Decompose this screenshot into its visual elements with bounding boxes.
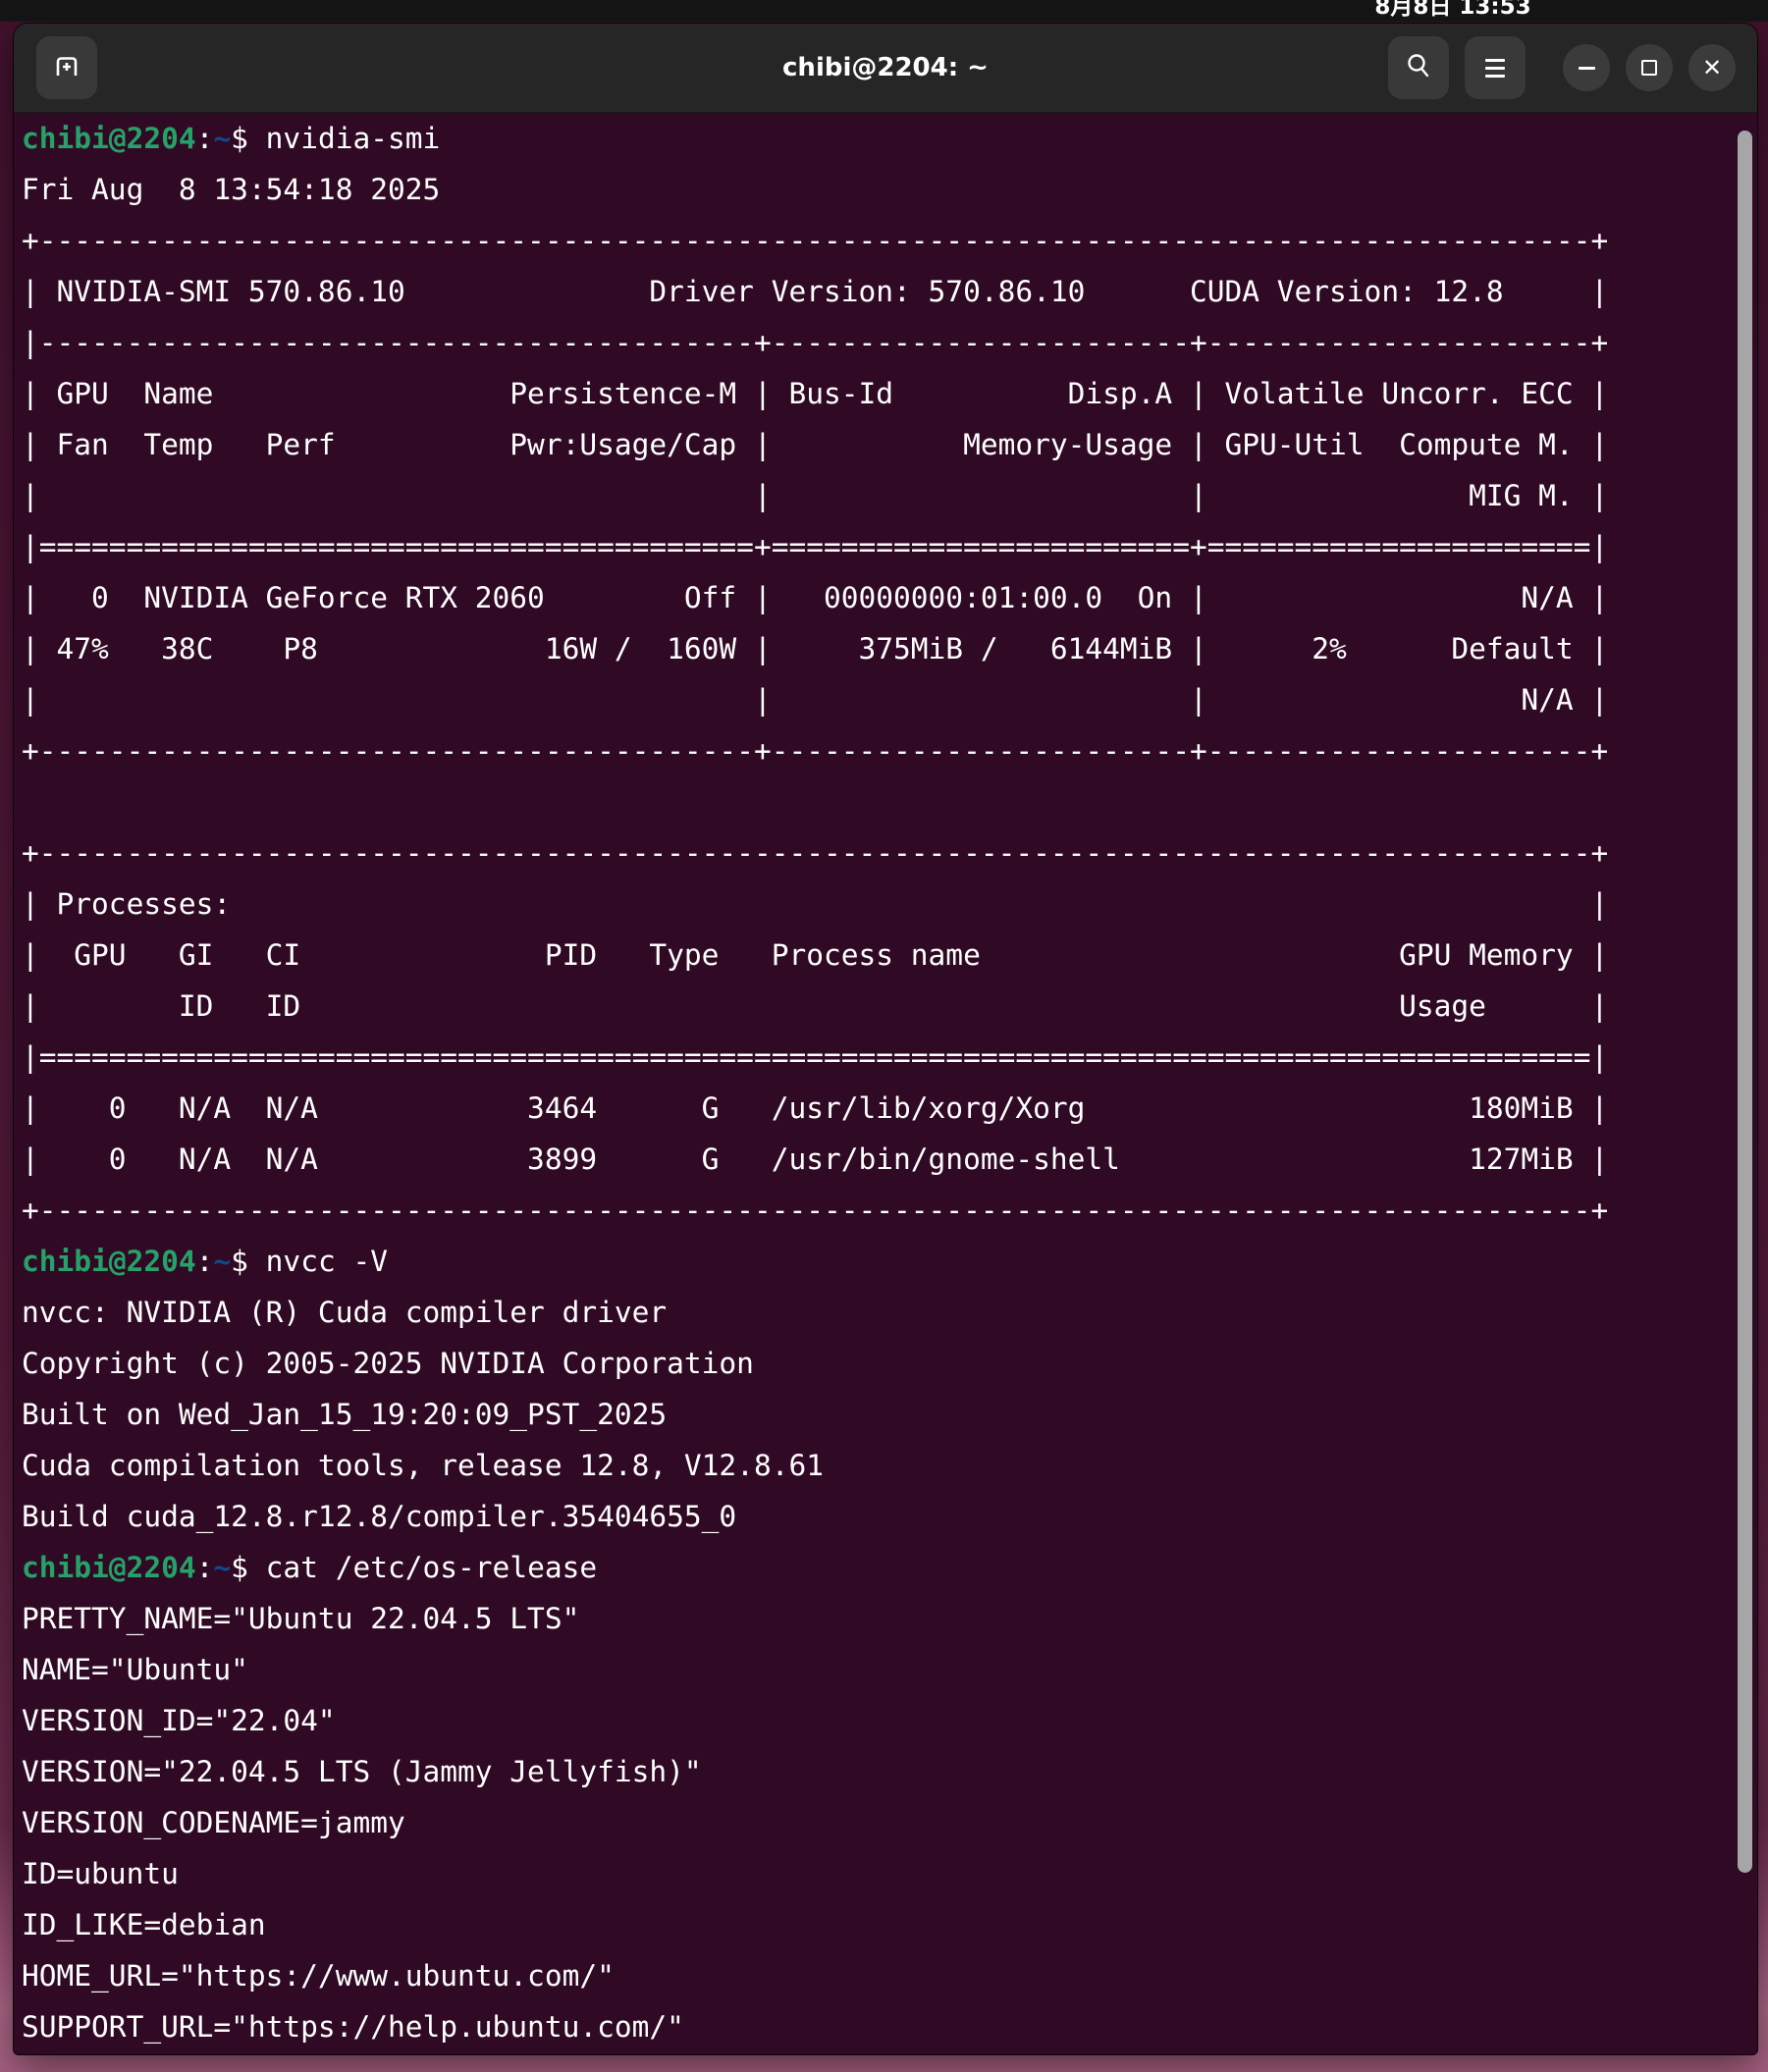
terminal-output-line: | Processes: | (22, 878, 1734, 930)
window-title: chibi@2204: ~ (782, 53, 989, 82)
prompt-separator: : (196, 1245, 214, 1278)
terminal-output-line: | 47% 38C P8 16W / 160W | 375MiB / 6144M… (22, 623, 1734, 674)
terminal-output-line: | 0 N/A N/A 3464 G /usr/lib/xorg/Xorg 18… (22, 1083, 1734, 1134)
prompt-command: nvcc -V (266, 1245, 388, 1278)
terminal-output-line: NAME="Ubuntu" (22, 1644, 1734, 1695)
maximize-button[interactable] (1626, 44, 1673, 91)
terminal-output-line: | NVIDIA-SMI 570.86.10 Driver Version: 5… (22, 266, 1734, 317)
terminal-output-line: SUPPORT_URL="https://help.ubuntu.com/" (22, 2001, 1734, 2052)
terminal-output-line: | Fan Temp Perf Pwr:Usage/Cap | Memory-U… (22, 419, 1734, 470)
prompt-path: ~ (213, 1245, 231, 1278)
prompt-separator: : (196, 1551, 214, 1584)
minimize-button[interactable] (1563, 44, 1610, 91)
terminal-output-line: nvcc: NVIDIA (R) Cuda compiler driver (22, 1287, 1734, 1338)
system-top-bar: 8月8日 13:53 (0, 0, 1768, 22)
prompt-path: ~ (213, 1551, 231, 1584)
prompt-user-host: chibi@2204 (22, 122, 196, 155)
terminal-output-line: | GPU GI CI PID Type Process name GPU Me… (22, 930, 1734, 981)
terminal-output-line: +---------------------------------------… (22, 1185, 1734, 1236)
prompt-dollar: $ (231, 1551, 266, 1584)
terminal-output-line: Copyright (c) 2005-2025 NVIDIA Corporati… (22, 1338, 1734, 1389)
prompt-user-host: chibi@2204 (22, 1245, 196, 1278)
menu-button[interactable] (1465, 36, 1526, 99)
prompt-user-host: chibi@2204 (22, 1551, 196, 1584)
terminal-output-line: | 0 N/A N/A 3899 G /usr/bin/gnome-shell … (22, 1134, 1734, 1185)
prompt-separator: : (196, 122, 214, 155)
terminal-output-line: VERSION_ID="22.04" (22, 1695, 1734, 1746)
terminal-window: chibi@2204: ~ ✕ (14, 24, 1757, 2054)
terminal-output-line: VERSION_CODENAME=jammy (22, 1797, 1734, 1848)
terminal-output-line: HOME_URL="https://www.ubuntu.com/" (22, 1950, 1734, 2001)
terminal-prompt-line: chibi@2204:~$ nvidia-smi (22, 113, 1734, 164)
terminal-output-line: |=======================================… (22, 1032, 1734, 1083)
terminal-output-line (22, 776, 1734, 827)
terminal-output-line: | GPU Name Persistence-M | Bus-Id Disp.A… (22, 368, 1734, 419)
terminal-output-line: | 0 NVIDIA GeForce RTX 2060 Off | 000000… (22, 572, 1734, 623)
search-button[interactable] (1388, 36, 1449, 99)
terminal-output-line: | ID ID Usage | (22, 981, 1734, 1032)
close-icon: ✕ (1702, 56, 1722, 80)
terminal-output-line: | | | MIG M. | (22, 470, 1734, 521)
hamburger-menu-icon (1485, 59, 1505, 78)
terminal-output-line: ID_LIKE=debian (22, 1899, 1734, 1950)
header-right-controls: ✕ (1388, 36, 1736, 99)
prompt-command: nvidia-smi (266, 122, 441, 155)
terminal-output-line: ID=ubuntu (22, 1848, 1734, 1899)
new-tab-icon (52, 51, 81, 85)
terminal-output-line: Build cuda_12.8.r12.8/compiler.35404655_… (22, 1491, 1734, 1542)
terminal-output[interactable]: chibi@2204:~$ nvidia-smiFri Aug 8 13:54:… (22, 113, 1734, 2054)
terminal-output-line: | | | N/A | (22, 674, 1734, 725)
search-icon (1404, 51, 1433, 85)
terminal-output-line: Built on Wed_Jan_15_19:20:09_PST_2025 (22, 1389, 1734, 1440)
scrollbar-thumb[interactable] (1738, 131, 1752, 1873)
terminal-output-line: |---------------------------------------… (22, 317, 1734, 368)
desktop: { "system_bar": { "clock": "8月8日 13:53" … (0, 0, 1768, 2072)
terminal-output-line: +---------------------------------------… (22, 725, 1734, 776)
terminal-output-line: |=======================================… (22, 521, 1734, 572)
prompt-path: ~ (213, 122, 231, 155)
terminal-output-line: +---------------------------------------… (22, 827, 1734, 878)
terminal-output-line: Cuda compilation tools, release 12.8, V1… (22, 1440, 1734, 1491)
window-header-bar[interactable]: chibi@2204: ~ ✕ (14, 24, 1757, 113)
prompt-dollar: $ (231, 1245, 266, 1278)
minimize-icon (1579, 67, 1595, 70)
prompt-command: cat /etc/os-release (266, 1551, 597, 1584)
terminal-prompt-line: chibi@2204:~$ nvcc -V (22, 1236, 1734, 1287)
terminal-output-line: PRETTY_NAME="Ubuntu 22.04.5 LTS" (22, 1593, 1734, 1644)
terminal-output-line: +---------------------------------------… (22, 215, 1734, 266)
terminal-output-line: VERSION="22.04.5 LTS (Jammy Jellyfish)" (22, 1746, 1734, 1797)
terminal-output-line: Fri Aug 8 13:54:18 2025 (22, 164, 1734, 215)
system-clock[interactable]: 8月8日 13:53 (1374, 0, 1530, 21)
prompt-dollar: $ (231, 122, 266, 155)
terminal-prompt-line: chibi@2204:~$ cat /etc/os-release (22, 1542, 1734, 1593)
close-button[interactable]: ✕ (1688, 44, 1736, 91)
maximize-icon (1641, 60, 1657, 76)
new-tab-button[interactable] (36, 36, 97, 99)
